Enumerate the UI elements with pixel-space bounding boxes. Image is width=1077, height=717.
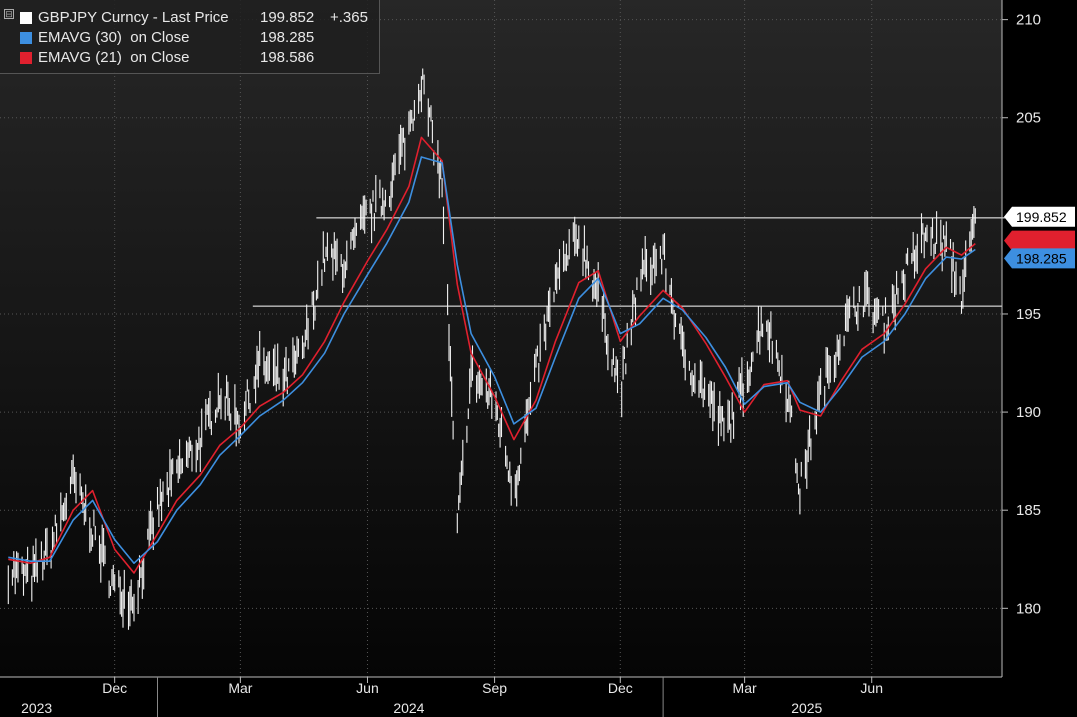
legend-value: 199.852: [260, 9, 315, 26]
ema21-tag: [1004, 230, 1075, 251]
legend-row-price: GBPJPY Curncy - Last Price 199.852 +.365: [20, 9, 368, 27]
year-label: 2025: [791, 700, 822, 716]
x-tick-label: Dec: [608, 680, 633, 696]
legend-value: 198.285: [260, 29, 315, 46]
x-tick-label: Mar: [733, 680, 757, 696]
collapse-icon[interactable]: ⊟: [4, 9, 14, 19]
legend-swatch-price: [20, 12, 32, 24]
year-label: 2023: [21, 700, 52, 716]
y-tick-label: 195: [1016, 306, 1041, 323]
value-tags: 198.285 199.852: [1004, 206, 1075, 269]
x-tick-label: Mar: [228, 680, 252, 696]
plot-area: [0, 0, 1002, 677]
year-label: 2024: [393, 700, 424, 716]
y-tick-label: 190: [1016, 404, 1041, 421]
price-tag-label: 199.852: [1016, 209, 1067, 225]
y-tick-label: 210: [1016, 12, 1041, 29]
y-tick-label: 185: [1016, 502, 1041, 519]
price-chart: 210 205 195 190 185 180 Dec Mar Jun Sep Dec Mar Jun…: [0, 0, 1077, 717]
legend-swatch-ema30: [20, 32, 32, 44]
ema30-tag-label: 198.285: [1016, 250, 1067, 266]
y-tick-label: 205: [1016, 110, 1041, 127]
legend-row-ema21: EMAVG (21) on Close 198.586: [20, 49, 314, 67]
x-tick-label: Dec: [102, 680, 127, 696]
legend-swatch-ema21: [20, 52, 32, 64]
legend-row-ema30: EMAVG (30) on Close 198.285: [20, 29, 314, 47]
chart-background: [0, 0, 1002, 677]
legend-change: +.365: [330, 9, 368, 26]
x-tick-label: Sep: [482, 680, 507, 696]
x-tick-label: Jun: [860, 680, 883, 696]
legend-name: GBPJPY Curncy - Last Price: [38, 9, 229, 26]
legend-name: EMAVG (30) on Close: [38, 29, 190, 46]
legend-value: 198.586: [260, 49, 315, 66]
y-tick-label: 180: [1016, 600, 1041, 617]
legend-name: EMAVG (21) on Close: [38, 49, 190, 66]
legend: ⊟ GBPJPY Curncy - Last Price 199.852 +.3…: [0, 0, 380, 74]
x-tick-label: Jun: [356, 680, 379, 696]
